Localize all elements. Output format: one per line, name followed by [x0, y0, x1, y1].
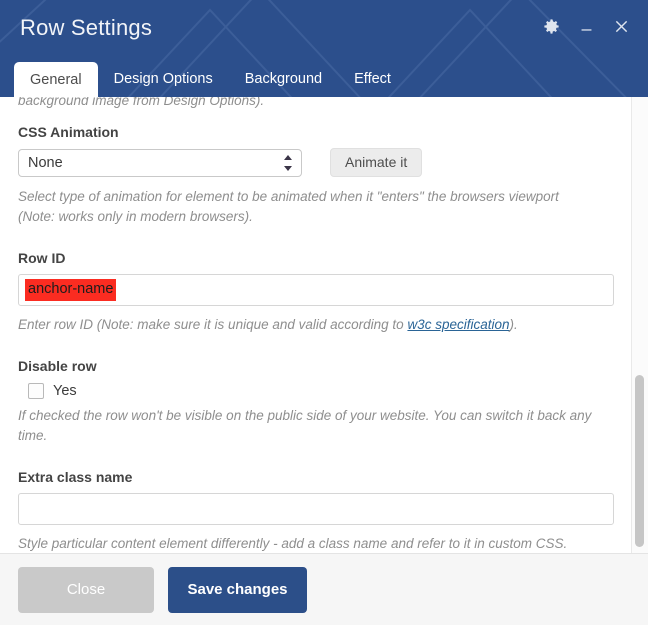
- row-id-label: Row ID: [18, 250, 66, 266]
- disable-row-check-row: Yes: [28, 382, 613, 400]
- css-animation-select[interactable]: None: [18, 148, 302, 177]
- scrollbar-thumb[interactable]: [635, 375, 644, 547]
- extra-class-input[interactable]: [18, 493, 614, 525]
- row-id-hint: Enter row ID (Note: make sure it is uniq…: [18, 315, 613, 335]
- minimize-icon[interactable]: [575, 14, 597, 38]
- disable-row-group: Disable row Yes If checked the row won't…: [18, 357, 613, 446]
- vertical-scrollbar[interactable]: [631, 97, 648, 553]
- modal-header: Row Settings General Design Options Back…: [0, 0, 648, 97]
- disable-row-checkbox-label: Yes: [53, 383, 77, 399]
- tab-design-options[interactable]: Design Options: [98, 62, 229, 97]
- css-animation-hint: Select type of animation for element to …: [18, 189, 559, 224]
- css-animation-group: CSS Animation None Animate it Select typ…: [18, 123, 613, 227]
- disable-row-hint: If checked the row won't be visible on t…: [18, 408, 592, 443]
- animate-it-button[interactable]: Animate it: [330, 148, 423, 177]
- clipped-hint-text: background image from Design Options).: [18, 97, 265, 108]
- row-settings-modal: Row Settings General Design Options Back…: [0, 0, 648, 625]
- save-changes-button[interactable]: Save changes: [168, 566, 307, 613]
- tab-bar: General Design Options Background Effect: [14, 62, 407, 97]
- tab-general-label: General: [30, 72, 82, 88]
- tab-background-label: Background: [244, 71, 323, 87]
- settings-panel: background image from Design Options). C…: [0, 97, 648, 553]
- tab-general[interactable]: General: [14, 62, 98, 97]
- general-tab-content: background image from Design Options). C…: [0, 97, 631, 553]
- page-title: Row Settings: [20, 15, 153, 40]
- modal-footer: Close Save changes: [0, 553, 648, 625]
- row-id-input[interactable]: anchor-name: [18, 274, 614, 306]
- css-animation-row: None Animate it: [18, 148, 613, 177]
- tab-design-options-label: Design Options: [113, 71, 213, 87]
- extra-class-group: Extra class name Style particular conten…: [18, 468, 614, 553]
- css-animation-select-wrap: None: [18, 148, 302, 177]
- disable-row-checkbox[interactable]: [28, 383, 44, 399]
- window-controls: [540, 14, 632, 38]
- row-id-group: Row ID anchor-name Enter row ID (Note: m…: [18, 249, 614, 335]
- tab-background[interactable]: Background: [229, 62, 338, 97]
- css-animation-label: CSS Animation: [18, 124, 119, 140]
- close-icon[interactable]: [610, 14, 632, 38]
- disable-row-label: Disable row: [18, 358, 97, 374]
- gear-icon[interactable]: [540, 14, 562, 38]
- close-button[interactable]: Close: [18, 566, 154, 613]
- tab-effect[interactable]: Effect: [338, 62, 407, 97]
- extra-class-hint: Style particular content element differe…: [18, 536, 568, 551]
- tab-effect-label: Effect: [354, 71, 391, 87]
- row-id-hint-after: ).: [509, 317, 518, 332]
- extra-class-label: Extra class name: [18, 469, 133, 485]
- w3c-specification-link[interactable]: w3c specification: [407, 317, 509, 332]
- row-id-hint-before: Enter row ID (Note: make sure it is uniq…: [18, 317, 408, 332]
- row-id-value: anchor-name: [25, 279, 117, 301]
